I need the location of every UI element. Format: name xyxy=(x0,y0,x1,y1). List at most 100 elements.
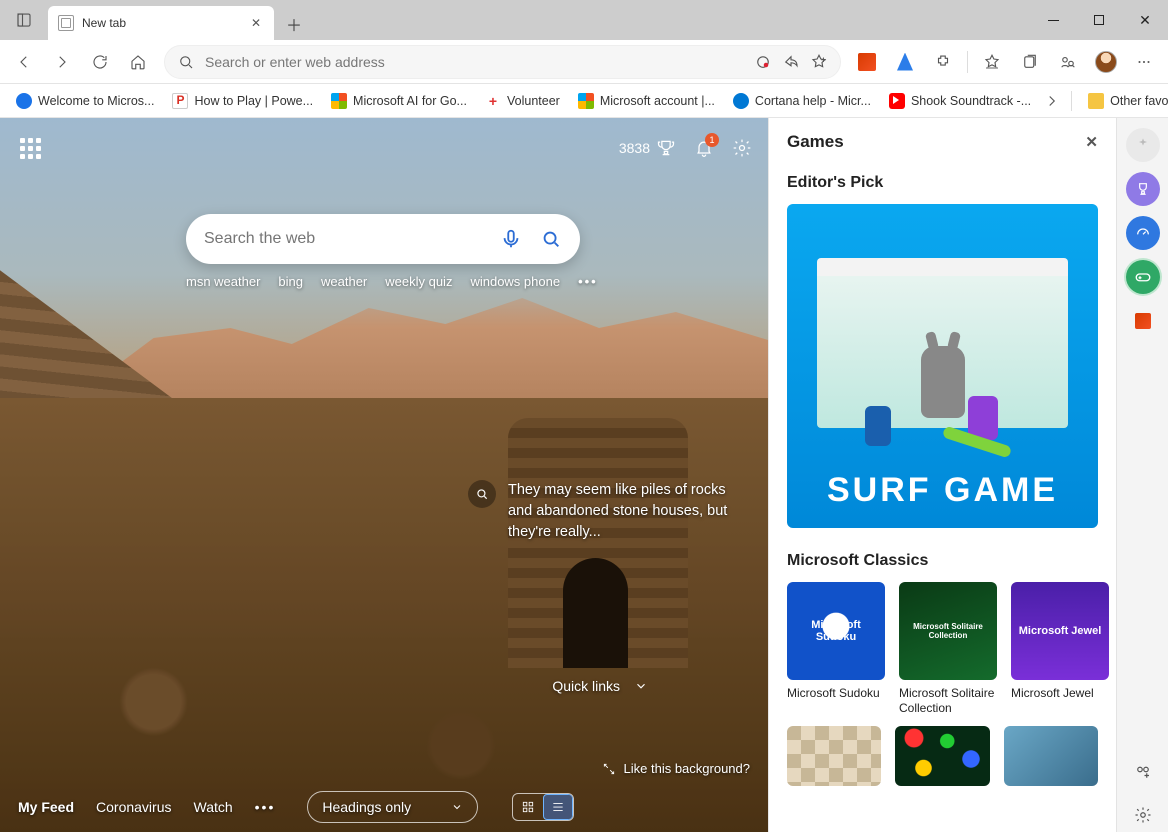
page-settings-button[interactable] xyxy=(732,138,752,158)
game-card-bubble[interactable] xyxy=(895,726,989,786)
share-icon[interactable] xyxy=(782,53,800,71)
window-maximize[interactable] xyxy=(1076,0,1122,40)
window-close[interactable]: ✕ xyxy=(1122,0,1168,40)
toolbar: Search or enter web address xyxy=(0,40,1168,84)
rail-performance-icon[interactable] xyxy=(1126,216,1160,250)
suggestion[interactable]: windows phone xyxy=(470,274,560,289)
quick-links-label: Quick links xyxy=(552,678,620,694)
bookmark-label: How to Play | Powe... xyxy=(194,94,313,108)
rail-office-icon[interactable] xyxy=(1126,304,1160,338)
bookmark-item[interactable]: Welcome to Micros... xyxy=(10,87,160,115)
rail-sparkle-icon[interactable] xyxy=(1126,128,1160,162)
chevron-down-icon xyxy=(451,801,463,813)
rewards-points[interactable]: 3838 xyxy=(619,138,676,158)
feed-layout-dropdown[interactable]: Headings only xyxy=(307,791,478,823)
caption-text: They may seem like piles of rocks and ab… xyxy=(508,480,746,543)
view-list[interactable] xyxy=(543,794,573,820)
tab-active[interactable]: New tab ✕ xyxy=(48,6,274,40)
game-card-sudoku[interactable]: Microsoft Sudoku Microsoft Sudoku xyxy=(787,582,885,716)
suggestion[interactable]: msn weather xyxy=(186,274,260,289)
tab-title: New tab xyxy=(82,16,126,30)
bookmark-item[interactable]: PHow to Play | Powe... xyxy=(166,87,319,115)
bookmark-item[interactable]: Microsoft AI for Go... xyxy=(325,87,473,115)
rail-rewards-icon[interactable] xyxy=(1126,172,1160,206)
refresh-button[interactable] xyxy=(82,44,118,80)
menu-button[interactable] xyxy=(1126,44,1162,80)
address-bar[interactable]: Search or enter web address xyxy=(164,45,841,79)
games-close-button[interactable]: ✕ xyxy=(1085,133,1098,151)
bookmarks-overflow[interactable] xyxy=(1043,92,1061,110)
game-thumb: Microsoft Jewel xyxy=(1011,582,1109,680)
surf-title: SURF GAME xyxy=(787,471,1098,510)
search-icon xyxy=(177,53,195,71)
surf-game-card[interactable]: SURF GAME xyxy=(787,204,1098,528)
like-background-button[interactable]: Like this background? xyxy=(602,761,750,776)
classics-row-2 xyxy=(787,726,1098,786)
surf-screenshot xyxy=(817,258,1068,428)
back-button[interactable] xyxy=(6,44,42,80)
quick-links-header[interactable]: Quick links xyxy=(552,678,648,694)
extensions-icon[interactable] xyxy=(925,44,961,80)
search-submit-icon[interactable] xyxy=(540,228,562,250)
games-title: Games xyxy=(787,132,844,152)
vertical-tabs-button[interactable] xyxy=(0,0,48,40)
feed-tab-myfeed[interactable]: My Feed xyxy=(18,799,74,815)
office-icon[interactable] xyxy=(849,44,885,80)
voice-search-icon[interactable] xyxy=(500,228,522,250)
caption-search-icon xyxy=(468,480,496,508)
game-card-jewel[interactable]: Microsoft Jewel Microsoft Jewel xyxy=(1011,582,1109,716)
search-input[interactable] xyxy=(204,230,500,248)
suggestion[interactable]: bing xyxy=(278,274,303,289)
app-launcher-icon[interactable] xyxy=(16,134,44,162)
personal-button[interactable] xyxy=(1050,44,1086,80)
chevron-down-icon xyxy=(634,679,648,693)
image-caption[interactable]: They may seem like piles of rocks and ab… xyxy=(468,480,746,543)
collections-button[interactable] xyxy=(1012,44,1048,80)
bookmark-item[interactable]: Microsoft account |... xyxy=(572,87,721,115)
view-grid[interactable] xyxy=(513,794,543,820)
editors-pick-title: Editor's Pick xyxy=(787,174,1098,192)
other-favorites[interactable]: Other favorites xyxy=(1082,87,1168,115)
suggestion[interactable]: weekly quiz xyxy=(385,274,452,289)
adobe-icon[interactable] xyxy=(887,44,923,80)
favorites-button[interactable] xyxy=(974,44,1010,80)
bookmark-label: Microsoft account |... xyxy=(600,94,715,108)
ntp-header: 3838 1 xyxy=(0,118,768,178)
bookmark-item[interactable]: +Volunteer xyxy=(479,87,566,115)
game-caption: Microsoft Jewel xyxy=(1011,686,1109,701)
bookmark-label: Cortana help - Micr... xyxy=(755,94,871,108)
game-card-jigsaw[interactable] xyxy=(1004,726,1098,786)
rail-games-icon[interactable] xyxy=(1126,260,1160,294)
trophy-icon xyxy=(656,138,676,158)
tab-close-button[interactable]: ✕ xyxy=(248,15,264,31)
tab-favicon xyxy=(58,15,74,31)
bookmark-item[interactable]: Cortana help - Micr... xyxy=(727,87,877,115)
notification-badge: 1 xyxy=(705,133,719,147)
profile-button[interactable] xyxy=(1088,44,1124,80)
suggestion[interactable]: weather xyxy=(321,274,367,289)
bookmark-item[interactable]: Shook Soundtrack -... xyxy=(883,87,1037,115)
rail-add-icon[interactable] xyxy=(1126,754,1160,788)
window-minimize[interactable] xyxy=(1030,0,1076,40)
window-controls: ✕ xyxy=(1030,0,1168,40)
ntp-search-box[interactable] xyxy=(186,214,580,264)
home-button[interactable] xyxy=(120,44,156,80)
game-thumb: Microsoft Sudoku xyxy=(787,582,885,680)
rail-settings-icon[interactable] xyxy=(1126,798,1160,832)
tab-strip: New tab ✕ ＋ xyxy=(48,0,310,40)
feed-tab-coronavirus[interactable]: Coronavirus xyxy=(96,799,171,815)
feed-more[interactable]: ••• xyxy=(255,799,276,815)
game-card-chess[interactable] xyxy=(787,726,881,786)
feed-tab-watch[interactable]: Watch xyxy=(194,799,233,815)
classics-title: Microsoft Classics xyxy=(787,552,1098,570)
forward-button[interactable] xyxy=(44,44,80,80)
games-header: Games ✕ xyxy=(769,118,1116,158)
game-thumb: Microsoft Solitaire Collection xyxy=(899,582,997,680)
tracking-prevention-icon[interactable] xyxy=(754,53,772,71)
suggestions-more[interactable]: ••• xyxy=(578,274,598,289)
new-tab-button[interactable]: ＋ xyxy=(278,8,310,40)
game-card-solitaire[interactable]: Microsoft Solitaire Collection Microsoft… xyxy=(899,582,997,716)
bookmark-label: Volunteer xyxy=(507,94,560,108)
favorite-icon[interactable] xyxy=(810,53,828,71)
notifications-button[interactable]: 1 xyxy=(694,138,714,158)
